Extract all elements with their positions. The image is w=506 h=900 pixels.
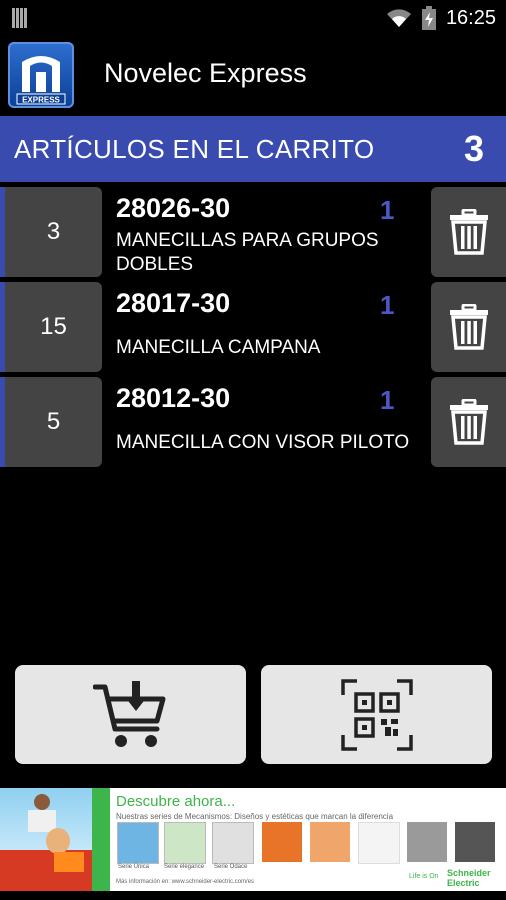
ad-banner[interactable]: Descubre ahora... Nuestras series de Mec… [0,788,506,891]
ad-subline: Nuestras series de Mecanismos: Diseños y… [116,812,394,821]
item-description: MANECILLAS PARA GRUPOS DOBLES [116,230,379,275]
item-code: 28017-30 [116,288,231,318]
cart-item-row[interactable]: 15 28017-30 1 MANECILLA CAMPANA [0,282,506,372]
quantity-box[interactable]: 3 [5,187,102,277]
switch-swatch [358,822,400,864]
switch-swatch [455,822,495,862]
wifi-icon [386,9,411,27]
swatch-label: Serie Única [118,864,150,870]
swatch-label: Serie elegance [164,864,205,870]
trash-icon [449,304,488,350]
novelec-logo-icon: EXPRESS [16,56,66,105]
item-description: MANECILLA CON VISOR PILOTO [116,432,410,453]
delete-item-button[interactable] [431,282,506,372]
item-code: 28026-30 [116,193,231,223]
cart-item-count: 3 [463,128,484,169]
switch-swatch [117,822,159,864]
ad-tagline: Life is On [409,873,439,880]
item-units: 1 [380,290,395,320]
item-units: 1 [380,195,395,225]
clock: 16:25 [445,6,496,29]
trash-icon [449,399,488,445]
cart-download-icon [92,680,165,747]
cart-item-row[interactable]: 3 28026-30 1 MANECILLAS PARA GRUPOS DOBL… [0,187,506,277]
ad-headline: Descubre ahora... [116,793,236,810]
item-units: 1 [380,385,395,415]
switch-swatch [310,822,350,862]
trash-icon [449,209,488,255]
switch-swatch [262,822,302,862]
delete-item-button[interactable] [431,187,506,277]
swatch-label: Serie Odace [214,864,248,870]
action-bar: EXPRESS Novelec Express [0,36,506,116]
notification-icon [12,8,34,28]
switch-swatch [164,822,206,864]
app-logo[interactable]: EXPRESS [8,42,74,108]
battery-charging-icon [421,6,436,30]
cart-header: ARTÍCULOS EN EL CARRITO 3 [0,116,506,182]
item-description: MANECILLA CAMPANA [116,337,321,358]
quantity-box[interactable]: 5 [5,377,102,467]
cart-header-label: ARTÍCULOS EN EL CARRITO [14,134,375,164]
qr-scan-icon [340,678,413,751]
add-to-cart-button[interactable] [15,665,246,764]
delete-item-button[interactable] [431,377,506,467]
logo-wordmark: EXPRESS [22,96,60,105]
status-indicators: 16:25 [386,6,496,30]
status-bar: 16:25 [0,0,506,36]
ad-footer: Más información en: www.schneider-electr… [116,879,255,885]
app-title: Novelec Express [104,58,307,88]
ad-accent-bar [92,788,110,891]
switch-swatch [407,822,447,862]
switch-swatch [212,822,254,864]
scan-qr-button[interactable] [261,665,492,764]
cart-item-row[interactable]: 5 28012-30 1 MANECILLA CON VISOR PILOTO [0,377,506,467]
ad-brand: Schneider Electric [447,868,491,888]
quantity-box[interactable]: 15 [5,282,102,372]
item-code: 28012-30 [116,383,231,413]
